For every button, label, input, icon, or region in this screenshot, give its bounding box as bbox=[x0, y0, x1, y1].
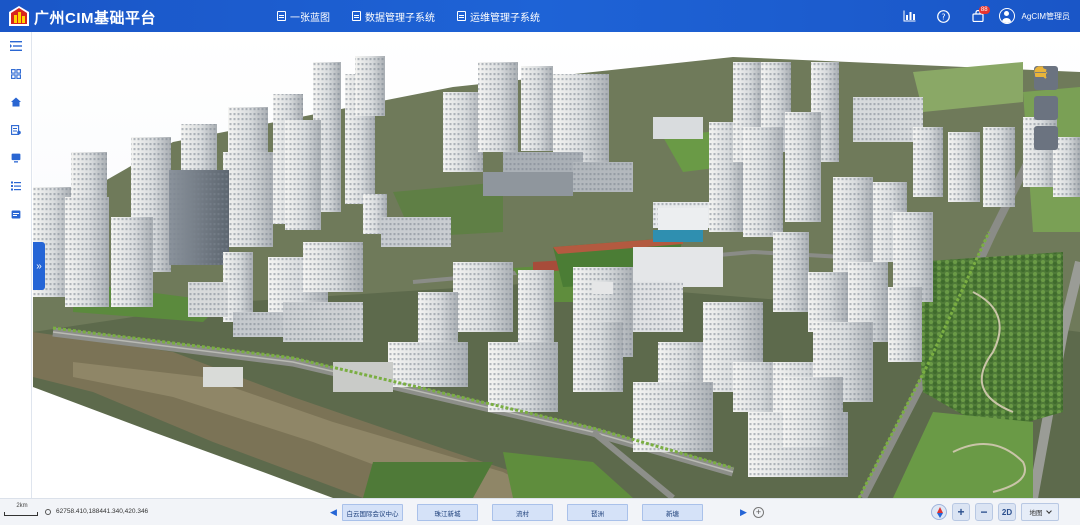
zoom-out-button[interactable]: − bbox=[975, 503, 993, 521]
home-icon bbox=[11, 97, 21, 107]
bar-chart-icon bbox=[903, 10, 916, 22]
apps-grid-icon bbox=[11, 69, 21, 79]
nav-ops-management[interactable]: 运维管理子系统 bbox=[457, 9, 540, 24]
scale-bar bbox=[4, 512, 38, 516]
location-button[interactable]: 新塘 bbox=[642, 504, 703, 521]
help-button[interactable]: ? bbox=[927, 0, 961, 32]
sidebar-item-calendar[interactable] bbox=[0, 200, 32, 228]
coordinates-readout: 62758.410,188441.340,420.346 bbox=[56, 508, 149, 515]
top-bar: 广州CIM基础平台 一张蓝图 数据管理子系统 运维管理子系统 ? 88 AgCI… bbox=[0, 0, 1080, 32]
help-icon: ? bbox=[937, 9, 950, 23]
location-button[interactable]: 白云国际会议中心 bbox=[342, 504, 403, 521]
sidebar-item-list[interactable] bbox=[0, 172, 32, 200]
basemap-select[interactable]: 地图 bbox=[1021, 503, 1059, 521]
user-name[interactable]: AgCIM管理员 bbox=[1022, 11, 1070, 22]
add-location-button[interactable]: + bbox=[753, 507, 764, 518]
sidebar-toggle[interactable] bbox=[0, 32, 32, 60]
location-button[interactable]: 流村 bbox=[492, 504, 553, 521]
notification-badge: 88 bbox=[978, 6, 990, 14]
next-location-button[interactable]: ▶ bbox=[740, 507, 747, 518]
toolbox-button[interactable] bbox=[1034, 66, 1058, 150]
top-nav: 一张蓝图 数据管理子系统 运维管理子系统 bbox=[277, 0, 540, 32]
header-actions: ? 88 AgCIM管理员 bbox=[893, 0, 1080, 32]
expand-panel-button[interactable]: » bbox=[33, 242, 45, 290]
location-bookmarks: 白云国际会议中心 珠江新城 流村 琶洲 新塘 bbox=[342, 504, 703, 521]
compass-icon[interactable] bbox=[931, 504, 947, 520]
app-title: 广州CIM基础平台 bbox=[34, 10, 156, 27]
nav-blueprint[interactable]: 一张蓝图 bbox=[277, 9, 330, 24]
monitor-icon bbox=[11, 153, 21, 163]
statistics-button[interactable] bbox=[893, 0, 927, 32]
nav-label: 一张蓝图 bbox=[290, 12, 330, 24]
list-icon bbox=[11, 181, 21, 191]
toolbox-icon bbox=[1035, 66, 1046, 77]
map-toolbox bbox=[1034, 66, 1058, 150]
scale-label: 2km bbox=[16, 503, 28, 509]
sidebar-item-apps[interactable] bbox=[0, 60, 32, 88]
map-3d-viewport[interactable]: » bbox=[33, 32, 1080, 498]
coordinate-icon bbox=[45, 509, 51, 515]
notification-button[interactable]: 88 bbox=[961, 0, 995, 32]
sidebar-item-home[interactable] bbox=[0, 88, 32, 116]
zoom-in-button[interactable]: + bbox=[952, 503, 970, 521]
location-button[interactable]: 琶洲 bbox=[567, 504, 628, 521]
left-sidebar bbox=[0, 32, 32, 498]
basemap-label: 地图 bbox=[1029, 510, 1043, 517]
city-scene[interactable] bbox=[33, 32, 1080, 498]
chevron-down-icon bbox=[1045, 508, 1052, 514]
search-tool-button[interactable] bbox=[1034, 66, 1058, 120]
prev-location-button[interactable]: ◀ bbox=[330, 507, 337, 518]
catalog-icon bbox=[11, 125, 21, 135]
collapse-menu-icon bbox=[10, 41, 22, 51]
nav-label: 运维管理子系统 bbox=[470, 12, 540, 24]
blueprint-icon bbox=[277, 11, 286, 21]
svg-text:?: ? bbox=[941, 12, 945, 21]
calendar-icon bbox=[11, 210, 21, 219]
nav-label: 数据管理子系统 bbox=[365, 12, 435, 24]
document-icon bbox=[457, 11, 466, 21]
view-mode-toggle[interactable]: 2D bbox=[998, 503, 1016, 521]
sidebar-item-monitor[interactable] bbox=[0, 144, 32, 172]
sidebar-item-catalog[interactable] bbox=[0, 116, 32, 144]
location-button[interactable]: 珠江新城 bbox=[417, 504, 478, 521]
bottom-bar: 2km 62758.410,188441.340,420.346 ◀ 白云国际会… bbox=[0, 498, 1080, 525]
avatar[interactable] bbox=[998, 8, 1015, 24]
nav-data-management[interactable]: 数据管理子系统 bbox=[352, 9, 435, 24]
document-icon bbox=[352, 11, 361, 21]
cim-logo-icon bbox=[9, 6, 29, 26]
